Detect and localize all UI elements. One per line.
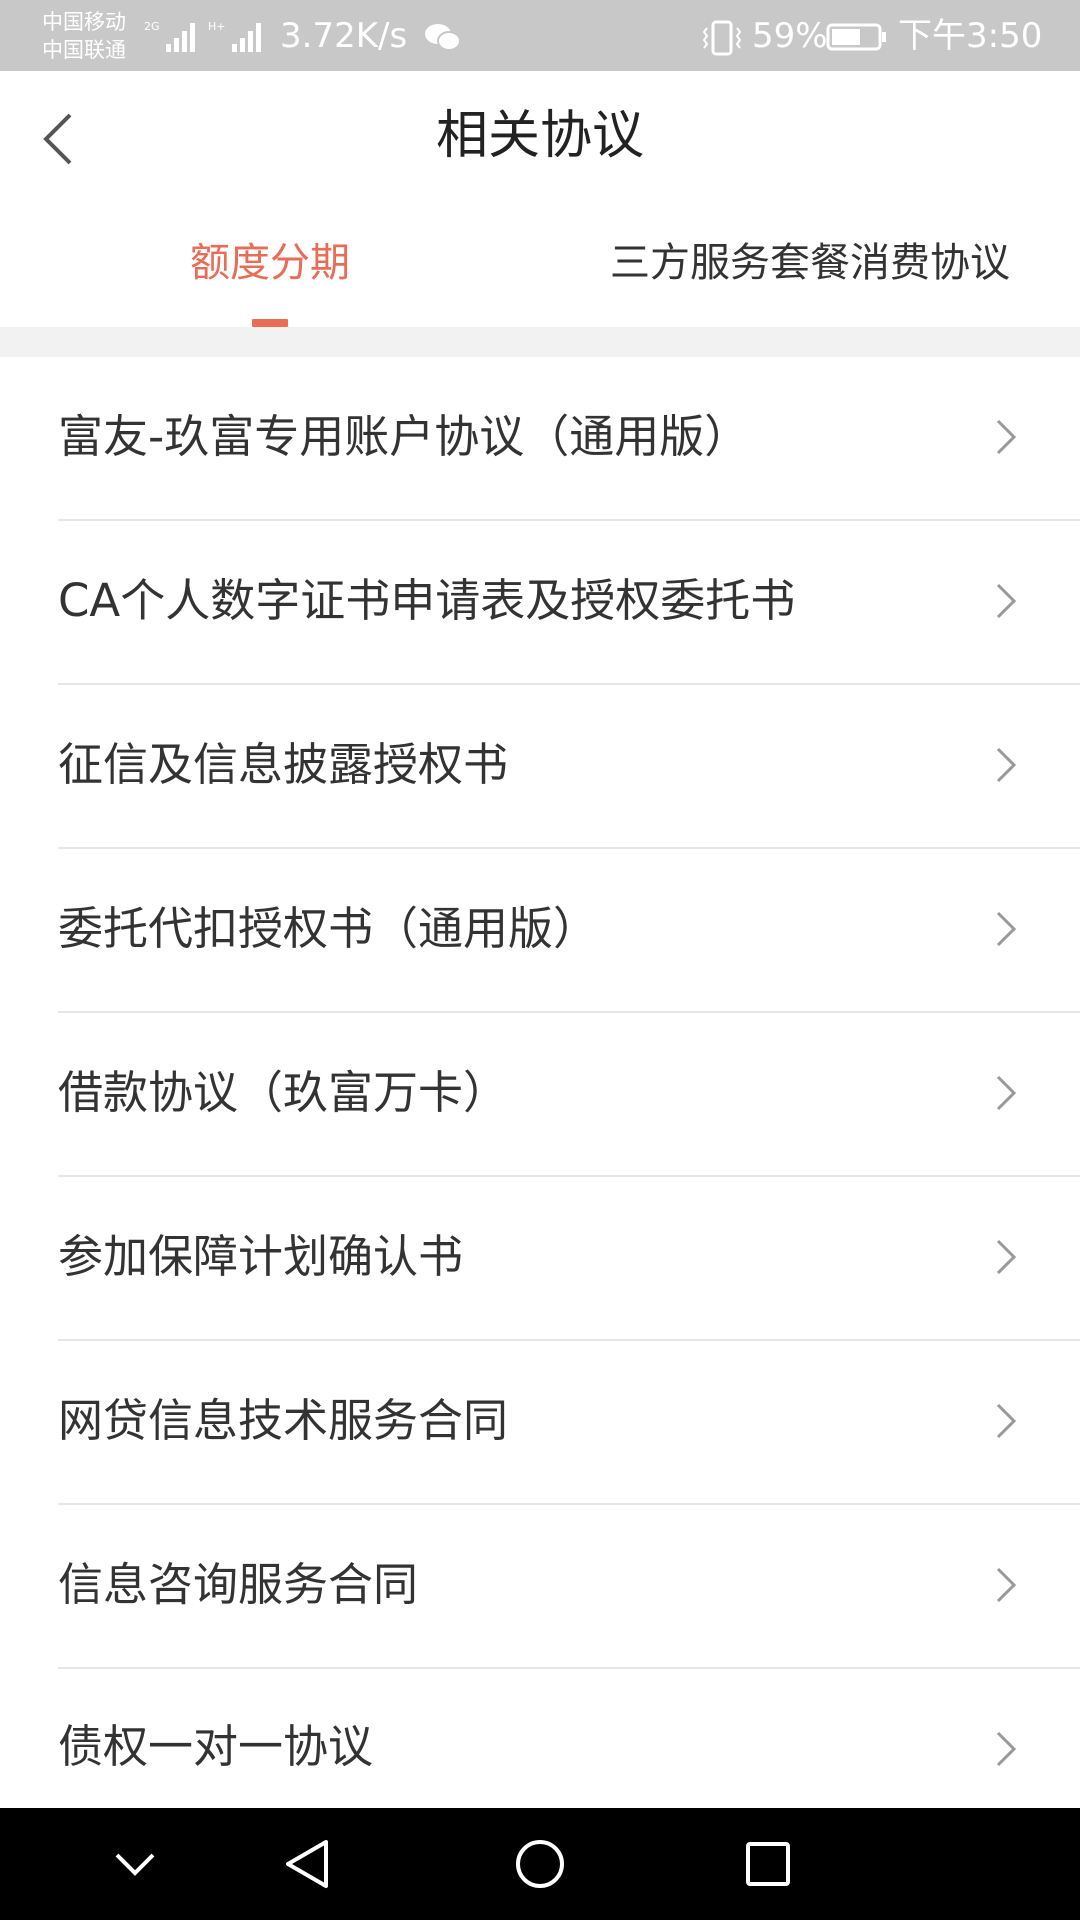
wechat-icon	[425, 24, 461, 51]
agreement-item[interactable]: 债权一对一协议	[0, 1669, 1080, 1825]
status-bar: 中国移动 中国联通 2G H+ 3.72K/s 59% 下午3:50	[0, 0, 1080, 71]
agreement-item[interactable]: 征信及信息披露授权书	[0, 685, 1080, 849]
agreement-item[interactable]: 委托代扣授权书（通用版）	[0, 849, 1080, 1013]
carrier-info: 中国移动 中国联通	[42, 8, 126, 64]
agreement-item[interactable]: 网贷信息技术服务合同	[0, 1341, 1080, 1505]
agreement-label: 网贷信息技术服务合同	[58, 1394, 509, 1447]
nav-home-button[interactable]	[490, 1808, 590, 1920]
chevron-right-icon	[996, 1403, 1017, 1439]
agreement-item[interactable]: 富友-玖富专用账户协议（通用版）	[0, 357, 1080, 521]
agreement-label: 富友-玖富专用账户协议（通用版）	[58, 410, 750, 463]
chevron-right-icon	[996, 419, 1017, 455]
tab-bar: 额度分期 三方服务套餐消费协议	[0, 199, 1080, 327]
agreement-label: 委托代扣授权书（通用版）	[58, 902, 599, 955]
home-circle-icon	[516, 1840, 564, 1888]
agreement-item[interactable]: 参加保障计划确认书	[0, 1177, 1080, 1341]
signal-hplus-icon: H+	[208, 20, 261, 52]
svg-text:H+: H+	[208, 20, 226, 33]
agreement-item[interactable]: CA个人数字证书申请表及授权委托书	[0, 521, 1080, 685]
battery-percent: 59%	[752, 16, 828, 56]
network-speed: 3.72K/s	[280, 16, 408, 56]
agreement-label: CA个人数字证书申请表及授权委托书	[58, 574, 796, 627]
hide-keyboard-button[interactable]	[85, 1808, 185, 1920]
chevron-right-icon	[996, 747, 1017, 783]
chevron-right-icon	[996, 1567, 1017, 1603]
carrier-2: 中国联通	[42, 38, 126, 62]
chevron-right-icon	[996, 911, 1017, 947]
tab-installment[interactable]: 额度分期	[190, 199, 350, 327]
agreement-list: 富友-玖富专用账户协议（通用版） CA个人数字证书申请表及授权委托书 征信及信息…	[0, 357, 1080, 1825]
chevron-right-icon	[996, 1075, 1017, 1111]
agreement-label: 征信及信息披露授权书	[58, 738, 509, 791]
vibrate-icon	[702, 20, 742, 56]
signal-icons: 2G H+	[144, 14, 272, 54]
clock: 下午3:50	[898, 16, 1043, 56]
signal-2g-icon: 2G	[144, 20, 195, 52]
agreement-label: 借款协议（玖富万卡）	[58, 1066, 509, 1119]
chevron-right-icon	[996, 1239, 1017, 1275]
recent-apps-icon	[746, 1842, 790, 1886]
battery-icon	[826, 23, 886, 51]
nav-recent-apps-button[interactable]	[718, 1808, 818, 1920]
navigation-bar	[0, 1808, 1080, 1920]
nav-back-button[interactable]	[258, 1808, 358, 1920]
agreement-label: 信息咨询服务合同	[58, 1558, 419, 1611]
tab-third-party-service[interactable]: 三方服务套餐消费协议	[610, 199, 1010, 327]
header: 相关协议	[0, 71, 1080, 199]
agreement-item[interactable]: 借款协议（玖富万卡）	[0, 1013, 1080, 1177]
hide-keyboard-icon	[115, 1853, 155, 1876]
carrier-1: 中国移动	[42, 10, 126, 34]
agreement-label: 债权一对一协议	[58, 1720, 374, 1773]
svg-text:2G: 2G	[144, 20, 160, 33]
section-divider	[0, 327, 1080, 357]
back-triangle-icon	[286, 1840, 328, 1888]
chevron-right-icon	[996, 1731, 1017, 1767]
agreement-item[interactable]: 信息咨询服务合同	[0, 1505, 1080, 1669]
agreement-label: 参加保障计划确认书	[58, 1230, 464, 1283]
active-tab-indicator	[252, 319, 288, 327]
chevron-right-icon	[996, 583, 1017, 619]
page-title: 相关协议	[435, 106, 644, 166]
